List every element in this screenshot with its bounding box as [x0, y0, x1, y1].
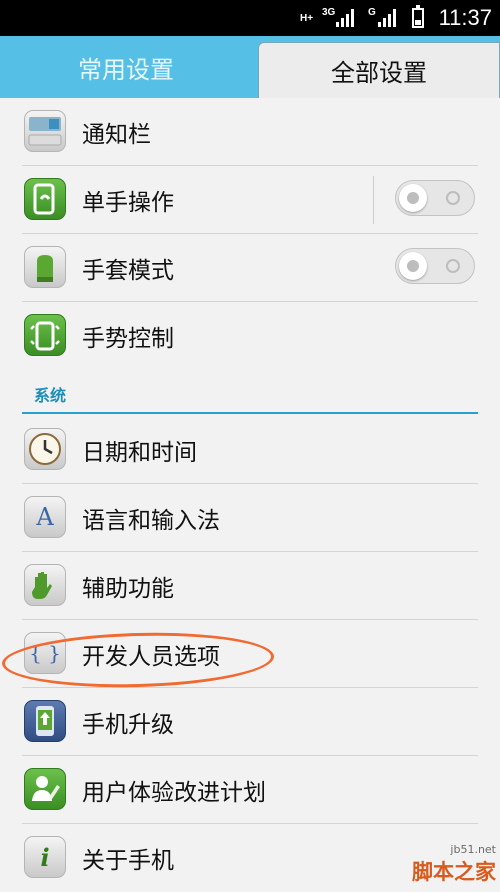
glove-mode-toggle[interactable]: [395, 248, 475, 284]
signal-strength-icon: [336, 0, 354, 36]
setting-accessibility[interactable]: 辅助功能: [0, 552, 500, 620]
status-bar: H+ 3G G 11:37: [0, 0, 500, 36]
setting-developer-options[interactable]: { } 开发人员选项: [0, 620, 500, 688]
settings-tabs: 常用设置 全部设置: [0, 36, 500, 98]
tab-all-settings[interactable]: 全部设置: [258, 42, 500, 98]
setting-glove-mode[interactable]: 手套模式: [0, 234, 500, 302]
setting-label: 关于手机: [82, 848, 174, 874]
section-divider: [22, 412, 478, 414]
watermark-site: jb51.net: [450, 843, 496, 856]
one-hand-toggle[interactable]: [395, 180, 475, 216]
network-type-3g: 3G: [322, 6, 336, 18]
setting-gesture-control[interactable]: 手势控制: [0, 302, 500, 370]
setting-label: 开发人员选项: [82, 644, 220, 670]
signal-strength-icon-2: [378, 0, 396, 36]
setting-label: 手势控制: [82, 326, 174, 352]
setting-label: 用户体验改进计划: [82, 780, 266, 806]
watermark-name: 脚本之家: [412, 860, 496, 884]
settings-list: 通知栏 单手操作 手套模式 手势控制 系统 日期和时间 A 语言和输入法 辅助功…: [0, 98, 500, 892]
setting-notification-bar[interactable]: 通知栏: [0, 98, 500, 166]
notification-bar-icon: [24, 110, 66, 152]
accessibility-hand-icon: [24, 564, 66, 606]
setting-label: 日期和时间: [82, 440, 197, 466]
setting-phone-upgrade[interactable]: 手机升级: [0, 688, 500, 756]
vertical-separator: [373, 176, 374, 224]
setting-language-input[interactable]: A 语言和输入法: [0, 484, 500, 552]
setting-label: 单手操作: [82, 190, 174, 216]
user-experience-icon: [24, 768, 66, 810]
glove-icon: [24, 246, 66, 288]
setting-label: 通知栏: [82, 122, 151, 148]
setting-label: 语言和输入法: [82, 508, 220, 534]
setting-label: 辅助功能: [82, 576, 174, 602]
developer-braces-icon: { }: [24, 632, 66, 674]
network-type-g: G: [368, 6, 376, 18]
one-hand-icon: [24, 178, 66, 220]
clock-icon: [24, 428, 66, 470]
setting-one-hand[interactable]: 单手操作: [0, 166, 500, 234]
tab-common-settings[interactable]: 常用设置: [0, 36, 252, 98]
setting-user-experience[interactable]: 用户体验改进计划: [0, 756, 500, 824]
section-title: 系统: [34, 386, 67, 405]
phone-upgrade-icon: [24, 700, 66, 742]
battery-icon: [412, 0, 424, 36]
about-info-icon: i: [24, 836, 66, 878]
language-icon: A: [24, 496, 66, 538]
clock-time: 11:37: [438, 5, 492, 30]
section-header-system: 系统: [0, 370, 500, 416]
network-type-hplus: H+: [300, 12, 314, 24]
setting-label: 手机升级: [82, 712, 174, 738]
setting-label: 手套模式: [82, 258, 174, 284]
setting-date-time[interactable]: 日期和时间: [0, 416, 500, 484]
site-watermark: jb51.net 脚本之家: [412, 843, 496, 886]
gesture-icon: [24, 314, 66, 356]
